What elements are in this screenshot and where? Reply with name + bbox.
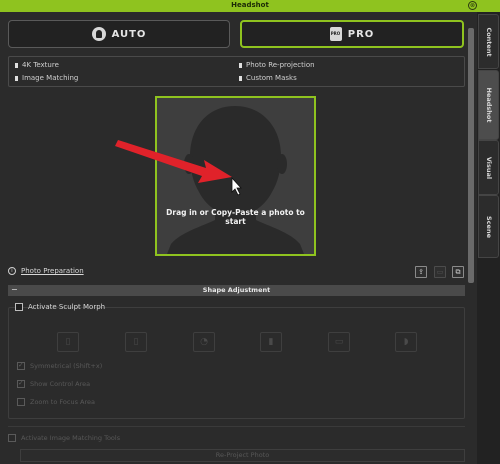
tab-label: Scene xyxy=(484,215,493,238)
tab-content[interactable]: Content xyxy=(478,14,499,69)
red-arrow-annotation xyxy=(115,140,242,196)
tab-headshot[interactable]: Headshot xyxy=(478,70,499,140)
tab-label: Visual xyxy=(484,156,493,179)
side-tab-strip: Content Headshot Visual Scene xyxy=(477,12,500,464)
tab-scene[interactable]: Scene xyxy=(478,195,499,258)
tab-label: Content xyxy=(484,26,493,57)
tab-visual[interactable]: Visual xyxy=(478,140,499,195)
tab-label: Headshot xyxy=(484,87,493,123)
mouse-cursor-icon xyxy=(231,176,242,196)
